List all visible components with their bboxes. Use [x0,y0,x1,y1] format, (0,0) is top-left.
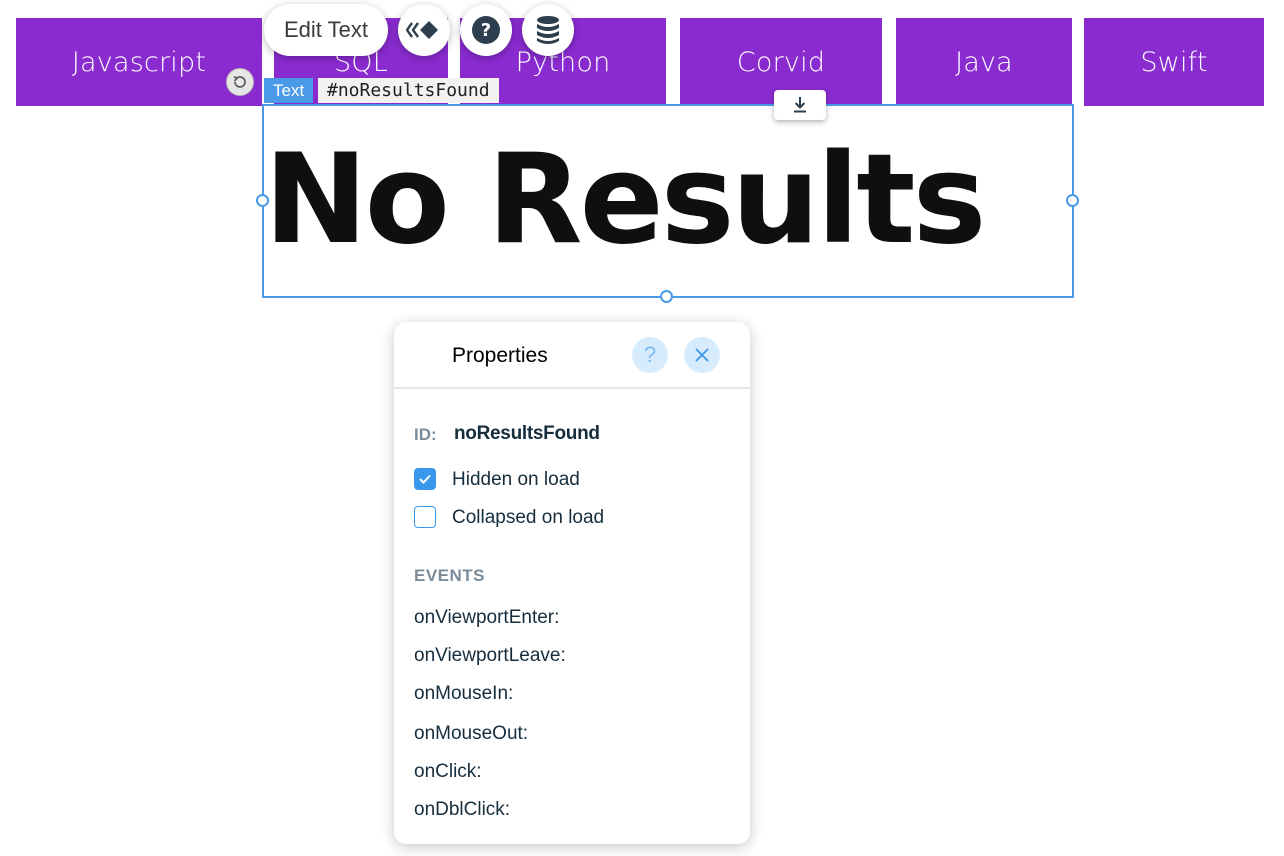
element-type-label: Text [273,80,305,100]
reset-icon[interactable] [226,68,254,96]
animation-button[interactable] [398,4,450,56]
help-icon: ? [472,16,500,44]
nav-button-label: Javascript [71,46,207,78]
panel-close-button[interactable] [684,337,720,373]
resize-handle-right[interactable] [1066,194,1079,207]
nav-button-java[interactable]: Java [896,18,1072,106]
resize-handle-bottom[interactable] [660,290,673,303]
properties-panel: Properties ? ID: noResultsFound Hidden o… [394,322,750,844]
selection-box[interactable] [262,104,1074,298]
help-button[interactable]: ? [460,4,512,56]
event-on-mouse-in[interactable]: onMouseIn: [414,683,513,705]
element-id-tag: #noResultsFound [318,78,499,103]
animation-icon [406,21,438,39]
database-button[interactable] [522,4,574,56]
resize-handle-left[interactable] [256,194,269,207]
question-mark-icon: ? [643,342,657,367]
event-on-viewport-leave[interactable]: onViewportLeave: [414,645,566,667]
collapsed-on-load-label: Collapsed on load [452,507,605,528]
nav-button-label: Java [955,46,1013,78]
collapsed-on-load-checkbox[interactable] [414,506,436,528]
hidden-on-load-label: Hidden on load [452,469,580,490]
id-label: ID: [414,425,437,444]
edit-text-button[interactable]: Edit Text [264,4,388,56]
undo-arrow-icon [233,75,246,88]
event-on-mouse-out[interactable]: onMouseOut: [414,723,528,745]
nav-button-swift[interactable]: Swift [1084,18,1264,106]
event-on-viewport-enter[interactable]: onViewportEnter: [414,607,559,629]
events-section-title: EVENTS [414,566,486,585]
nav-button-label: Corvid [736,46,826,78]
panel-title: Properties [452,344,548,367]
stretch-button[interactable] [774,90,826,120]
download-icon [794,97,806,113]
element-type-tag: Text [264,78,314,103]
nav-button-label: Swift [1140,46,1208,78]
nav-button-javascript[interactable]: Javascript [16,18,262,106]
close-icon [695,348,709,362]
hidden-on-load-checkbox[interactable] [414,468,436,490]
svg-text:?: ? [481,20,491,41]
checkmark-icon [419,474,431,484]
event-on-dbl-click[interactable]: onDblClick: [414,799,510,821]
event-on-click[interactable]: onClick: [414,761,482,783]
panel-help-button[interactable]: ? [632,337,668,373]
element-id-label: #noResultsFound [327,80,490,101]
id-value[interactable]: noResultsFound [454,423,600,445]
database-icon [537,16,559,44]
panel-header: Properties ? [394,322,750,389]
edit-text-label: Edit Text [284,17,368,42]
